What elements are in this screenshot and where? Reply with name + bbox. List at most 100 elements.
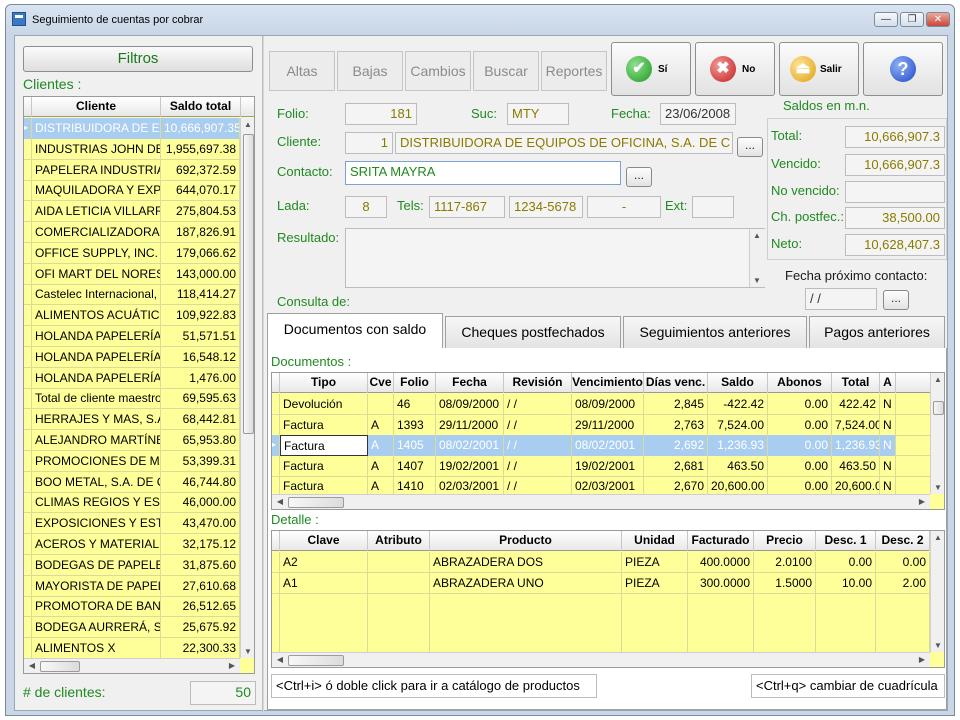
- doc-col-header[interactable]: Revisión: [504, 373, 572, 393]
- detalle-row[interactable]: [272, 593, 930, 614]
- detalle-col-header[interactable]: Producto: [430, 531, 622, 551]
- hscroll-thumb[interactable]: [40, 661, 80, 672]
- documentos-grid[interactable]: Tipo Cve Folio Fecha Revisión Vencimiento Días…: [271, 372, 945, 510]
- doc-col-header[interactable]: Fecha: [436, 373, 504, 393]
- suc-field[interactable]: MTY: [507, 103, 569, 125]
- client-row[interactable]: ACEROS Y MATERIALES C32,175.12: [24, 534, 240, 555]
- client-row[interactable]: EXPOSICIONES Y ESTANT43,470.00: [24, 513, 240, 535]
- client-row[interactable]: HOLANDA PAPELERÍAS C51,571.51: [24, 326, 240, 347]
- no-button[interactable]: ✖ No: [695, 42, 775, 96]
- client-row[interactable]: HERRAJES Y MAS, S.A. D68,442.81: [24, 409, 240, 431]
- client-row[interactable]: ALIMENTOS X 22,300.33: [24, 638, 240, 659]
- fecha-field[interactable]: 23/06/2008: [660, 103, 736, 125]
- detalle-col-header[interactable]: Clave: [280, 531, 368, 551]
- scroll-down-icon[interactable]: ▼: [750, 276, 764, 285]
- detalle-grid[interactable]: Clave Atributo Producto Unidad Facturado Prec…: [271, 530, 945, 668]
- col-header-cliente[interactable]: Cliente: [32, 97, 161, 117]
- tab-seguimientos-anteriores[interactable]: Seguimientos anteriores: [623, 316, 807, 348]
- detalle-vertical-scrollbar[interactable]: ▲ ▼: [930, 531, 944, 652]
- documentos-vertical-scrollbar[interactable]: ▲ ▼: [930, 373, 944, 494]
- client-row[interactable]: PROMOTORA DE BANDAS26,512.65: [24, 596, 240, 618]
- client-row[interactable]: OFFICE SUPPLY, INC. 179,066.62: [24, 242, 240, 264]
- client-row[interactable]: Total de cliente maestro HO69,595.63: [24, 388, 240, 410]
- doc-col-header[interactable]: Vencimiento: [572, 373, 644, 393]
- documento-row[interactable]: Factura A 1407 19/02/2001 / /19/02/2001 2,68…: [272, 455, 930, 477]
- client-row[interactable]: BOO METAL, S.A. DE C.V.46,744.80: [24, 471, 240, 493]
- client-row[interactable]: AIDA LETICIA VILLARREAL275,804.53: [24, 201, 240, 223]
- detalle-row[interactable]: [272, 613, 930, 635]
- documento-row[interactable]: ▸ Factura A 1405 08/02/2001 / /08/02/2001 2,6…: [272, 435, 930, 456]
- detalle-col-header[interactable]: Atributo: [368, 531, 430, 551]
- documentos-horizontal-scrollbar[interactable]: ◀ ▶: [272, 494, 930, 509]
- hscroll-thumb[interactable]: [288, 655, 344, 666]
- client-row[interactable]: Castelec Internacional, S.A.118,414.27: [24, 284, 240, 306]
- tel1-field[interactable]: 1117-867: [429, 196, 505, 218]
- doc-col-header[interactable]: Días venc.: [644, 373, 708, 393]
- client-row[interactable]: INDUSTRIAS JOHN DEERE1,955,697.38: [24, 138, 240, 160]
- client-row[interactable]: COMERCIALIZADORA DE187,826.91: [24, 222, 240, 243]
- scroll-thumb[interactable]: [933, 401, 944, 415]
- doc-col-header[interactable]: Folio: [394, 373, 436, 393]
- help-button[interactable]: ?: [863, 42, 943, 96]
- client-row[interactable]: HOLANDA PAPELERÍAS D16,548.12: [24, 346, 240, 368]
- documento-row[interactable]: Devolución 46 08/09/2000 / /08/09/2000 2,84…: [272, 394, 930, 415]
- close-button[interactable]: ✕: [926, 12, 950, 27]
- client-row[interactable]: BODEGAS DE PAPELES Y31,875.60: [24, 554, 240, 576]
- cliente-lookup-button[interactable]: ...: [737, 137, 763, 157]
- scroll-up-icon[interactable]: ▲: [241, 120, 254, 129]
- client-row[interactable]: ▸DISTRIBUIDORA DE EQUIP10,666,907.35: [24, 118, 240, 139]
- client-row[interactable]: ALIMENTOS ACUÁTICOS109,922.83: [24, 305, 240, 327]
- bajas-button[interactable]: Bajas: [337, 51, 403, 91]
- cliente-number-field[interactable]: 1: [345, 132, 393, 154]
- contacto-field[interactable]: SRITA MAYRA: [345, 161, 621, 185]
- doc-col-header[interactable]: Tipo: [280, 373, 368, 393]
- resultado-scrollbar[interactable]: ▲ ▼: [749, 229, 765, 287]
- client-row[interactable]: PROMOCIONES DE MADE53,399.31: [24, 450, 240, 472]
- tel2-field[interactable]: 1234-5678: [509, 196, 583, 218]
- client-row[interactable]: MAYORISTA DE PAPELES27,610.68: [24, 575, 240, 597]
- buscar-button[interactable]: Buscar: [473, 51, 539, 91]
- filtros-button[interactable]: Filtros: [23, 46, 253, 72]
- detalle-row[interactable]: A2 ABRAZADERA DOS PIEZA 400.0000 2.0100 0.00 0…: [272, 552, 930, 573]
- scroll-up-icon[interactable]: ▲: [931, 375, 944, 384]
- fecha-proximo-contacto-button[interactable]: ...: [883, 290, 909, 310]
- scroll-thumb[interactable]: [243, 134, 254, 434]
- client-row[interactable]: ALEJANDRO MARTÍNEZ S65,953.80: [24, 430, 240, 451]
- scroll-left-icon[interactable]: ◀: [25, 661, 39, 670]
- detalle-col-header[interactable]: Facturado: [688, 531, 754, 551]
- detalle-row[interactable]: A1 ABRAZADERA UNO PIEZA 300.0000 1.5000 10.00…: [272, 572, 930, 594]
- ext-field[interactable]: [692, 196, 734, 218]
- client-row[interactable]: CLIMAS REGIOS Y ESPEC46,000.00: [24, 492, 240, 514]
- altas-button[interactable]: Altas: [269, 51, 335, 91]
- detalle-horizontal-scrollbar[interactable]: ◀ ▶: [272, 652, 930, 667]
- doc-col-header[interactable]: Cve: [368, 373, 394, 393]
- scroll-down-icon[interactable]: ▼: [241, 647, 254, 656]
- col-header-saldo-total[interactable]: Saldo total: [161, 97, 241, 117]
- scroll-left-icon[interactable]: ◀: [273, 655, 287, 664]
- clients-grid[interactable]: Cliente Saldo total ▸DISTRIBUIDORA DE EQ…: [23, 96, 255, 674]
- folio-field[interactable]: 181: [345, 103, 417, 125]
- scroll-down-icon[interactable]: ▼: [931, 641, 944, 650]
- scroll-right-icon[interactable]: ▶: [915, 497, 929, 506]
- detalle-col-header[interactable]: Unidad: [622, 531, 688, 551]
- reportes-button[interactable]: Reportes: [541, 51, 607, 91]
- tab-pagos-anteriores[interactable]: Pagos anteriores: [809, 316, 945, 348]
- client-row[interactable]: OFI MART DEL NORESTE,143,000.00: [24, 263, 240, 285]
- cliente-name-field[interactable]: DISTRIBUIDORA DE EQUIPOS DE OFICINA, S.A…: [395, 132, 733, 154]
- si-button[interactable]: ✔ Sí: [611, 42, 691, 96]
- client-row[interactable]: BODEGA AURRERÁ, S.A.25,675.92: [24, 617, 240, 639]
- client-row[interactable]: MAQUILADORA Y EXPORT644,070.17: [24, 180, 240, 202]
- clients-vertical-scrollbar[interactable]: ▲ ▼: [240, 118, 254, 658]
- scroll-right-icon[interactable]: ▶: [225, 661, 239, 670]
- detalle-col-header[interactable]: Desc. 2: [876, 531, 930, 551]
- scroll-up-icon[interactable]: ▲: [750, 231, 764, 240]
- doc-col-header[interactable]: Saldo: [708, 373, 768, 393]
- clients-horizontal-scrollbar[interactable]: ◀ ▶: [24, 658, 240, 673]
- cambios-button[interactable]: Cambios: [405, 51, 471, 91]
- doc-col-header[interactable]: Total: [832, 373, 880, 393]
- tab-cheques-postfechados[interactable]: Cheques postfechados: [445, 316, 621, 348]
- hscroll-thumb[interactable]: [288, 497, 344, 508]
- scroll-left-icon[interactable]: ◀: [273, 497, 287, 506]
- documento-row[interactable]: Factura A 1393 29/11/2000 / /29/11/2000 2,76…: [272, 414, 930, 436]
- client-row[interactable]: PAPELERA INDUSTRIAL, S692,372.59: [24, 159, 240, 181]
